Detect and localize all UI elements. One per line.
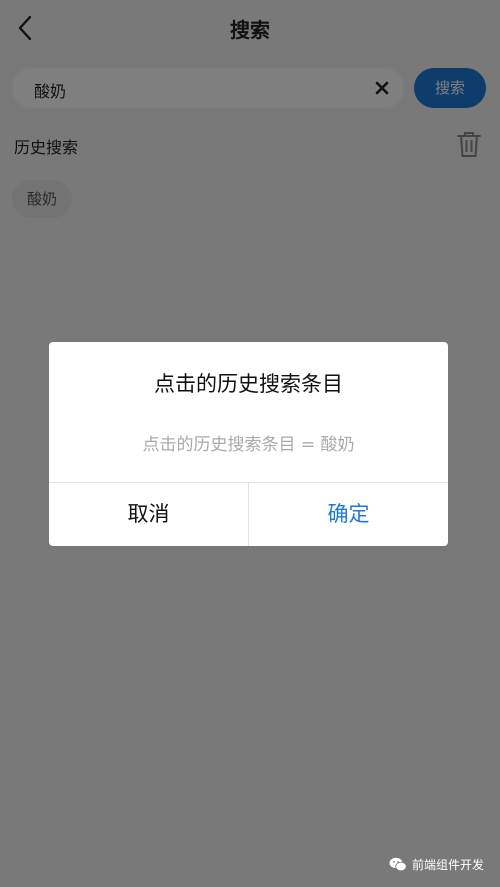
confirm-dialog: 点击的历史搜索条目 点击的历史搜索条目 = 酸奶 取消 确定: [49, 342, 448, 546]
watermark: 前端组件开发: [389, 856, 484, 873]
dialog-title: 点击的历史搜索条目: [154, 372, 343, 396]
wechat-icon: [389, 857, 407, 872]
cancel-button[interactable]: 取消: [49, 483, 248, 546]
confirm-button[interactable]: 确定: [249, 483, 448, 546]
watermark-text: 前端组件开发: [411, 858, 484, 872]
dialog-message: 点击的历史搜索条目 = 酸奶: [142, 435, 355, 455]
